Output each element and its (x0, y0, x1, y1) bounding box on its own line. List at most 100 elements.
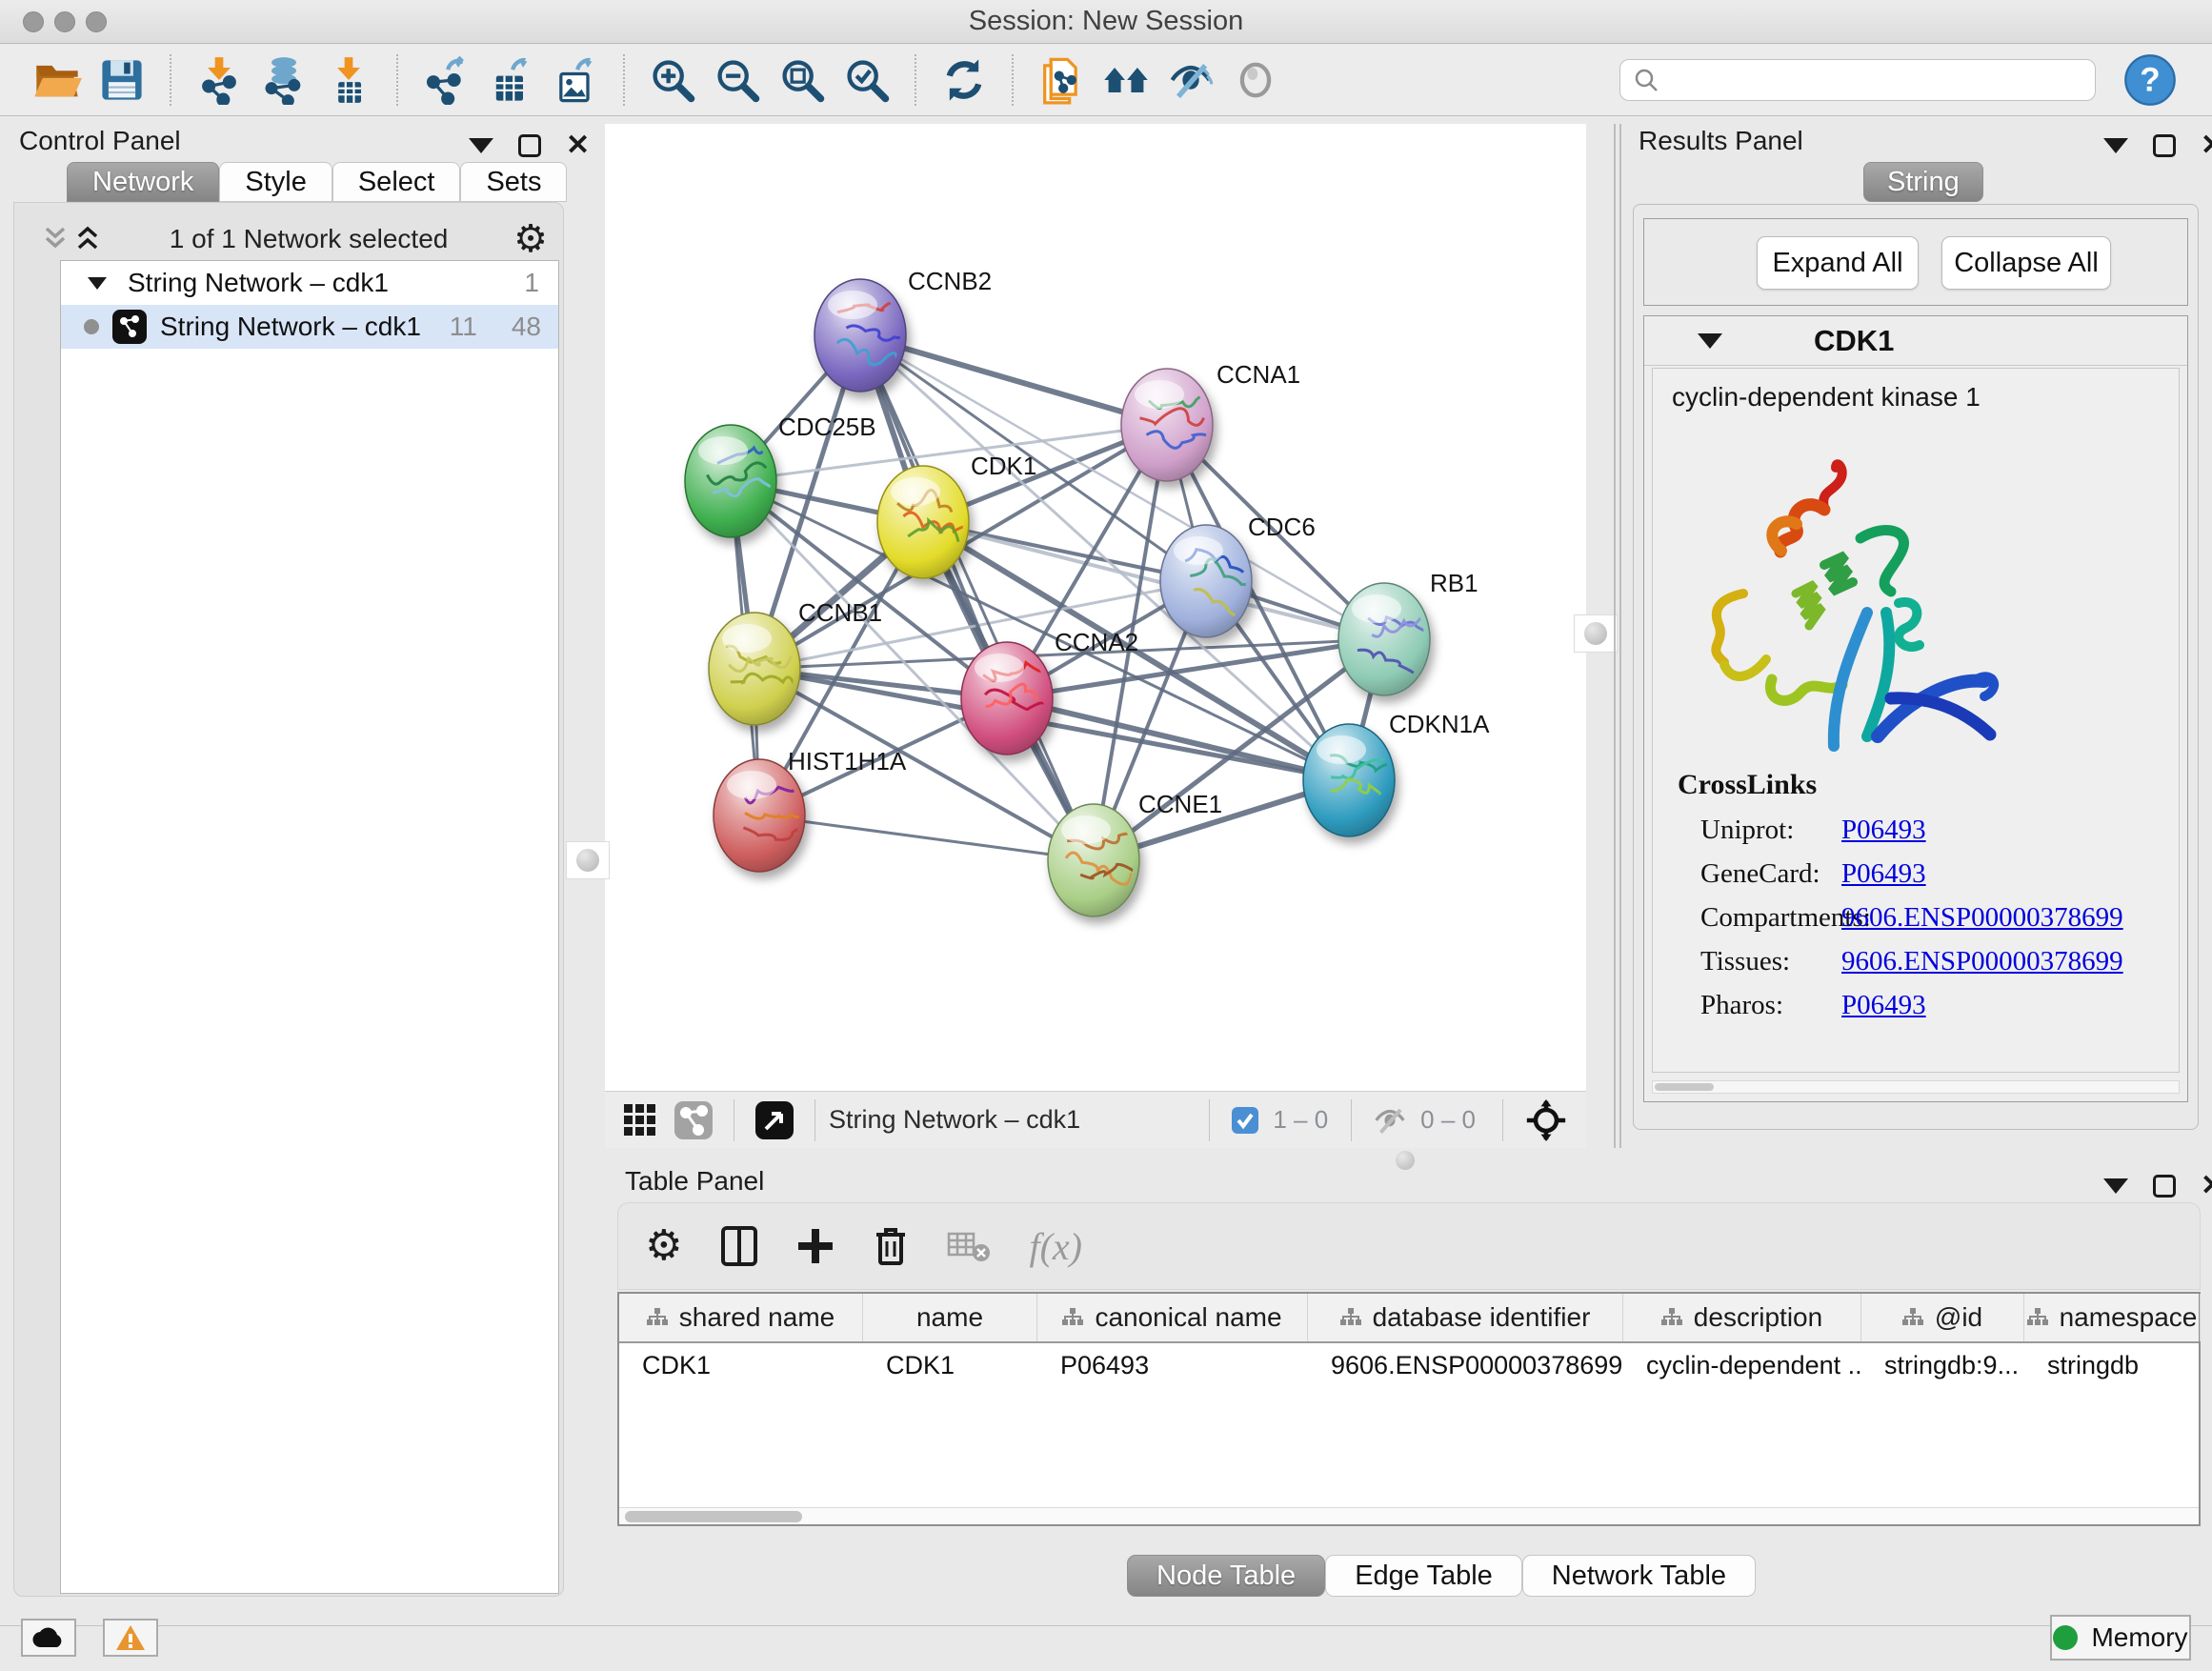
network-node-ccnb1[interactable] (709, 613, 800, 725)
collapse-all-icon[interactable] (39, 225, 71, 253)
table-cell[interactable]: P06493 (1037, 1343, 1308, 1387)
import-network-file-icon[interactable] (191, 52, 247, 108)
control-panel-close-icon[interactable]: ✕ (566, 131, 590, 160)
zoom-fit-icon[interactable] (774, 52, 830, 108)
tab-select[interactable]: Select (332, 162, 461, 202)
results-panel-close-icon[interactable]: ✕ (2201, 131, 2212, 160)
selected-checkbox-icon[interactable] (1228, 1103, 1262, 1137)
column-header-name[interactable]: name (863, 1294, 1037, 1341)
network-node-ccnb2[interactable] (814, 279, 906, 392)
export-table-icon[interactable] (483, 52, 538, 108)
import-network-database-icon[interactable] (256, 52, 312, 108)
collapse-all-button[interactable]: Collapse All (1941, 236, 2111, 290)
help-icon[interactable]: ? (2122, 52, 2178, 108)
zoom-out-icon[interactable] (710, 52, 765, 108)
crosslink-link[interactable]: P06493 (1841, 858, 1926, 890)
gene-collapse-icon[interactable] (1698, 333, 1722, 349)
network-node-ccna1[interactable] (1121, 369, 1214, 481)
network-options-gear-icon[interactable]: ⚙ (513, 220, 548, 258)
zoom-selected-icon[interactable] (839, 52, 895, 108)
collection-expand-icon[interactable] (88, 277, 107, 290)
network-edge[interactable] (860, 335, 1094, 860)
column-header-description[interactable]: description (1623, 1294, 1861, 1341)
duplicate-network-icon[interactable] (1034, 52, 1089, 108)
table-settings-gear-icon[interactable]: ⚙ (645, 1225, 682, 1267)
hide-selected-icon[interactable] (1163, 52, 1218, 108)
table-splitter-handle[interactable] (1396, 1151, 1415, 1170)
network-view-mode-icon[interactable] (672, 1098, 715, 1142)
table-horizontal-scrollbar[interactable] (619, 1507, 2199, 1524)
tab-edge-table[interactable]: Edge Table (1325, 1555, 1522, 1597)
network-edge[interactable] (759, 815, 1094, 860)
network-node-ccna2[interactable] (961, 642, 1053, 755)
network-edge[interactable] (860, 335, 1167, 425)
network-node-ccne1[interactable] (1048, 804, 1139, 916)
table-panel-float-icon[interactable] (2153, 1175, 2176, 1198)
control-panel-float-icon[interactable] (518, 134, 541, 157)
table-panel-close-icon[interactable]: ✕ (2201, 1172, 2212, 1200)
network-node-cdkn1a[interactable] (1303, 724, 1395, 836)
warnings-button[interactable] (103, 1619, 158, 1657)
results-splitter[interactable] (1614, 124, 1621, 1148)
show-all-icon[interactable] (1228, 52, 1283, 108)
open-session-icon[interactable] (30, 52, 85, 108)
apply-layout-refresh-icon[interactable] (936, 52, 992, 108)
export-network-icon[interactable] (418, 52, 473, 108)
gene-section-header[interactable]: CDK1 (1644, 316, 2187, 366)
column-header--id[interactable]: @id (1861, 1294, 2024, 1341)
column-header-canonical-name[interactable]: canonical name (1037, 1294, 1308, 1341)
results-panel-float-icon[interactable] (2153, 134, 2176, 157)
network-node-hist1h1a[interactable] (714, 759, 813, 872)
tab-string[interactable]: String (1863, 162, 1983, 202)
tab-node-table[interactable]: Node Table (1127, 1555, 1325, 1597)
right-splitter-handle[interactable] (1574, 614, 1618, 653)
export-image-icon[interactable] (548, 52, 603, 108)
control-panel-menu-icon[interactable] (469, 138, 493, 153)
expand-all-icon[interactable] (71, 225, 104, 253)
grid-view-icon[interactable] (618, 1098, 662, 1142)
tab-sets[interactable]: Sets (460, 162, 567, 202)
network-row[interactable]: String Network – cdk1 11 48 (61, 305, 558, 349)
table-cell[interactable]: CDK1 (863, 1343, 1037, 1387)
search-box[interactable] (1619, 59, 2096, 101)
cloud-status-button[interactable] (21, 1619, 76, 1657)
birds-eye-view-icon[interactable] (753, 1098, 796, 1142)
crosslink-link[interactable]: 9606.ENSP00000378699 (1841, 902, 2123, 934)
column-header-shared-name[interactable]: shared name (619, 1294, 863, 1341)
table-row[interactable]: CDK1CDK1P064939606.ENSP00000378699cyclin… (619, 1343, 2199, 1387)
table-cell[interactable]: stringdb:9... (1861, 1343, 2024, 1387)
expand-all-button[interactable]: Expand All (1757, 236, 1919, 290)
add-column-icon[interactable] (720, 1225, 758, 1267)
add-row-icon[interactable] (796, 1227, 835, 1265)
center-view-icon[interactable] (1521, 1096, 1571, 1145)
table-cell[interactable]: cyclin-dependent ... (1623, 1343, 1861, 1387)
crosslink-link[interactable]: P06493 (1841, 815, 1926, 846)
left-splitter-handle[interactable] (566, 841, 610, 879)
table-panel-menu-icon[interactable] (2103, 1178, 2128, 1194)
crosslink-link[interactable]: P06493 (1841, 990, 1926, 1021)
column-header-database-identifier[interactable]: database identifier (1308, 1294, 1623, 1341)
delete-icon[interactable] (873, 1225, 909, 1267)
crosslink-link[interactable]: 9606.ENSP00000378699 (1841, 946, 2123, 977)
import-table-file-icon[interactable] (321, 52, 376, 108)
memory-button[interactable]: Memory (2050, 1615, 2191, 1661)
tab-network[interactable]: Network (67, 162, 219, 202)
results-panel-menu-icon[interactable] (2103, 138, 2128, 153)
network-canvas[interactable]: CCNB2CCNA1CDC25BCDK1CDC6RB1CCNB1CCNA2CDK… (605, 124, 1586, 1091)
network-graph[interactable]: CCNB2CCNA1CDC25BCDK1CDC6RB1CCNB1CCNA2CDK… (605, 124, 1586, 1091)
table-cell[interactable]: CDK1 (619, 1343, 863, 1387)
table-cell[interactable]: 9606.ENSP00000378699 (1308, 1343, 1623, 1387)
column-header-namespace[interactable]: namespace (2024, 1294, 2201, 1341)
network-node-cdk1[interactable] (877, 466, 969, 578)
tab-network-table[interactable]: Network Table (1522, 1555, 1756, 1597)
network-node-rb1[interactable] (1338, 583, 1439, 695)
zoom-in-icon[interactable] (645, 52, 700, 108)
table-cell[interactable]: stringdb (2024, 1343, 2201, 1387)
first-neighbors-icon[interactable] (1098, 52, 1154, 108)
network-collection-row[interactable]: String Network – cdk1 1 (61, 261, 558, 305)
search-input[interactable] (1670, 66, 2083, 95)
results-horizontal-scrollbar[interactable] (1652, 1080, 2180, 1094)
save-session-icon[interactable] (94, 52, 150, 108)
network-node-cdc6[interactable] (1160, 525, 1264, 637)
tab-style[interactable]: Style (219, 162, 332, 202)
